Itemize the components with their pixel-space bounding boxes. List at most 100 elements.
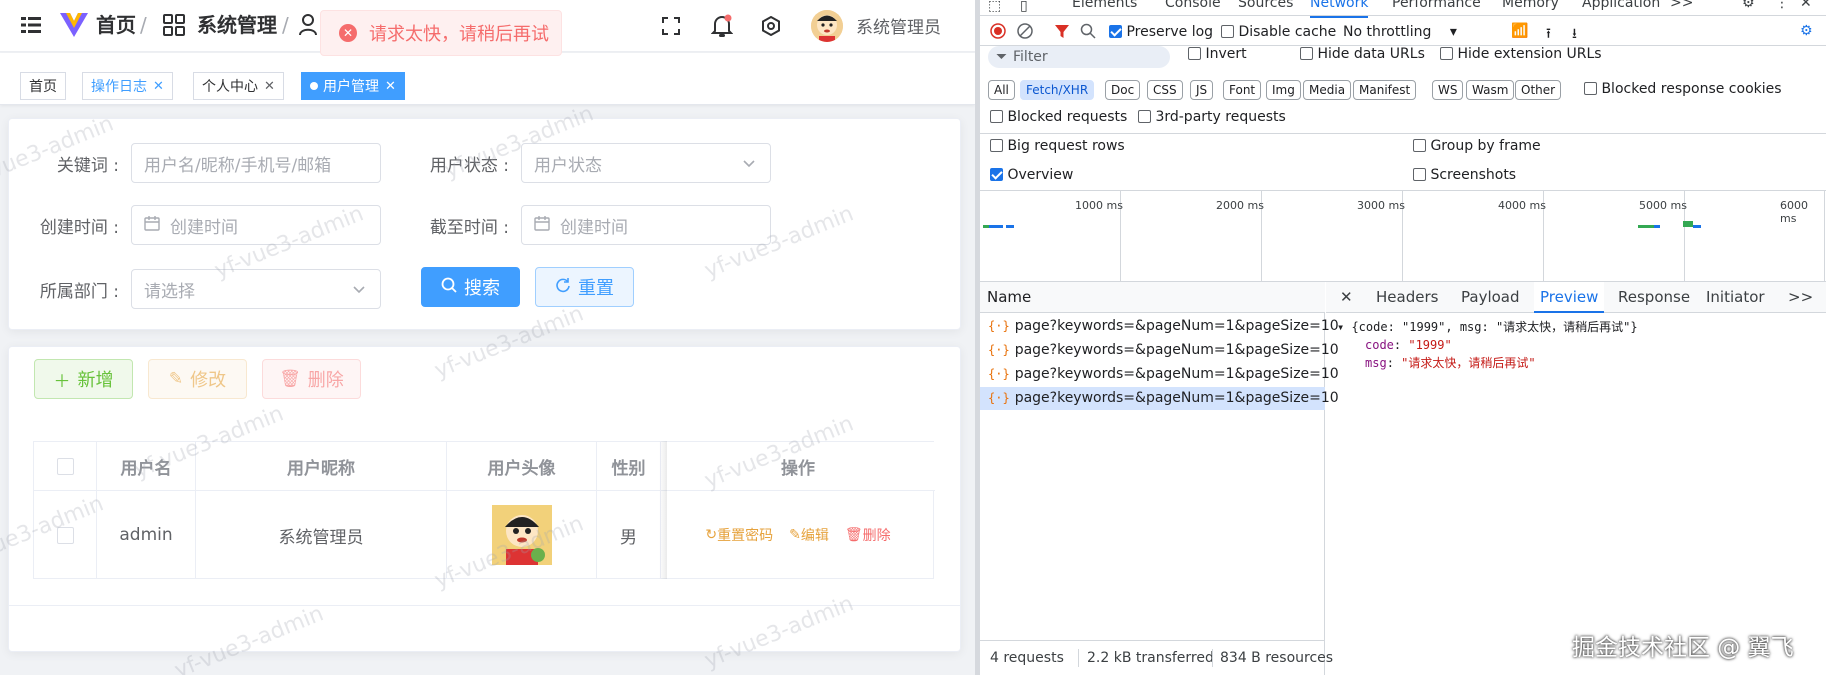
type-filter-other[interactable]: Other bbox=[1515, 80, 1562, 100]
tab-memory[interactable]: Memory bbox=[1502, 0, 1559, 11]
menu-icon[interactable] bbox=[20, 14, 42, 36]
type-filter-media[interactable]: Media bbox=[1303, 80, 1352, 100]
third-party-toggle[interactable]: 3rd-party requests bbox=[1138, 109, 1286, 125]
network-settings-icon[interactable]: ⚙ bbox=[1800, 23, 1813, 39]
type-filter-font[interactable]: Font bbox=[1223, 80, 1262, 100]
user-name[interactable]: 系统管理员 bbox=[856, 13, 941, 38]
name-column-header[interactable]: Name bbox=[980, 282, 1325, 313]
big-rows-toggle[interactable]: Big request rows bbox=[990, 138, 1125, 154]
created-date-picker[interactable]: 创建时间 bbox=[131, 205, 381, 245]
keyword-input[interactable]: 用户名/昵称/手机号/邮箱 bbox=[131, 143, 381, 183]
disable-cache-toggle[interactable]: Disable cache bbox=[1221, 24, 1336, 40]
device-icon[interactable]: ▯ bbox=[1020, 0, 1028, 14]
tab-network[interactable]: Network bbox=[1310, 0, 1369, 18]
invert-toggle[interactable]: Invert bbox=[1188, 46, 1247, 62]
tab-initiator[interactable]: Initiator bbox=[1706, 282, 1765, 313]
tab-headers[interactable]: Headers bbox=[1376, 282, 1438, 313]
request-row[interactable]: {·} page?keywords=&pageNum=1&pageSize=10 bbox=[980, 339, 1339, 362]
close-devtools-icon[interactable]: ✕ bbox=[1800, 0, 1812, 11]
close-icon[interactable]: ✕ bbox=[153, 79, 164, 94]
breadcrumb-system[interactable]: 系统管理 bbox=[197, 12, 277, 38]
preserve-log-toggle[interactable]: Preserve log bbox=[1109, 24, 1213, 40]
tab-payload[interactable]: Payload bbox=[1461, 282, 1520, 313]
search-icon[interactable] bbox=[1080, 23, 1096, 43]
type-filter-fetch-xhr[interactable]: Fetch/XHR bbox=[1020, 80, 1095, 100]
overview-toggle[interactable]: Overview bbox=[990, 167, 1073, 183]
column-header[interactable]: 性别 bbox=[597, 442, 661, 491]
fullscreen-icon[interactable] bbox=[660, 15, 682, 37]
dept-select[interactable]: 请选择 bbox=[131, 269, 381, 309]
tag-user-management[interactable]: 用户管理 ✕ bbox=[301, 72, 405, 100]
tab-preview[interactable]: Preview bbox=[1534, 282, 1605, 313]
add-button[interactable]: ＋ 新增 bbox=[34, 359, 133, 399]
clear-icon[interactable] bbox=[1017, 23, 1033, 43]
delete-link[interactable]: 🗑 删除 bbox=[845, 525, 891, 545]
screenshots-toggle[interactable]: Screenshots bbox=[1413, 167, 1516, 183]
edit-button[interactable]: ✎ 修改 bbox=[148, 359, 247, 399]
select-all-checkbox[interactable] bbox=[56, 457, 74, 475]
tag-operation-log[interactable]: 操作日志 ✕ bbox=[82, 72, 173, 100]
tab-performance[interactable]: Performance bbox=[1392, 0, 1481, 11]
delete-button[interactable]: 🗑 删除 bbox=[262, 359, 361, 399]
column-header[interactable]: 用户昵称 bbox=[196, 442, 447, 491]
request-row-selected[interactable]: {·} page?keywords=&pageNum=1&pageSize=10 bbox=[980, 387, 1339, 410]
edit-link[interactable]: ✎ 编辑 bbox=[789, 525, 829, 545]
breadcrumb-home[interactable]: 首页 bbox=[96, 12, 136, 38]
kebab-menu-icon[interactable]: ⋮ bbox=[1775, 0, 1789, 11]
tab-elements[interactable]: Elements bbox=[1072, 0, 1137, 11]
user-avatar[interactable] bbox=[811, 10, 843, 42]
type-filter-doc[interactable]: Doc bbox=[1105, 80, 1141, 100]
blocked-cookies-toggle[interactable]: Blocked response cookies bbox=[1584, 81, 1782, 97]
filter-icon[interactable] bbox=[1054, 23, 1070, 43]
more-tabs-icon[interactable]: >> bbox=[1670, 0, 1693, 11]
reset-password-link[interactable]: ↻ 重置密码 bbox=[705, 525, 773, 545]
request-row[interactable]: {·} page?keywords=&pageNum=1&pageSize=10 bbox=[980, 363, 1339, 386]
tab-application[interactable]: Application bbox=[1582, 0, 1660, 11]
request-name: page?keywords=&pageNum=1&pageSize=10 bbox=[1014, 342, 1339, 358]
request-row[interactable]: {·} page?keywords=&pageNum=1&pageSize=10 bbox=[980, 315, 1339, 338]
column-header[interactable]: 用户名 bbox=[97, 442, 196, 491]
more-tabs-icon[interactable]: >> bbox=[1788, 282, 1813, 313]
hide-data-urls-toggle[interactable]: Hide data URLs bbox=[1300, 46, 1425, 62]
tag-home[interactable]: 首页 bbox=[20, 72, 66, 100]
search-button[interactable]: 搜索 bbox=[421, 267, 520, 307]
record-icon[interactable] bbox=[990, 23, 1006, 43]
close-detail-icon[interactable]: ✕ bbox=[1340, 282, 1353, 313]
tab-response[interactable]: Response bbox=[1618, 282, 1690, 313]
tab-sources[interactable]: Sources bbox=[1238, 0, 1293, 11]
bell-icon[interactable] bbox=[710, 13, 734, 39]
disable-cache-label: Disable cache bbox=[1238, 24, 1337, 40]
throttling-select[interactable]: No throttling ▾ bbox=[1343, 24, 1457, 40]
network-conditions-icon[interactable]: 📶 bbox=[1511, 23, 1528, 39]
tag-profile[interactable]: 个人中心 ✕ bbox=[193, 72, 284, 100]
group-frame-toggle[interactable]: Group by frame bbox=[1413, 138, 1541, 154]
type-filter-all[interactable]: All bbox=[988, 80, 1015, 100]
type-filter-manifest[interactable]: Manifest bbox=[1353, 80, 1417, 100]
reset-button[interactable]: 重置 bbox=[535, 267, 634, 307]
blocked-requests-toggle[interactable]: Blocked requests bbox=[990, 109, 1127, 125]
inspect-icon[interactable]: ⬚ bbox=[988, 0, 1001, 14]
type-filter-css[interactable]: CSS bbox=[1147, 80, 1183, 100]
filter-input[interactable]: ⏷ Filter bbox=[988, 46, 1170, 68]
big-rows-label: Big request rows bbox=[1007, 138, 1125, 154]
status-select[interactable]: 用户状态 bbox=[521, 143, 771, 183]
type-filter-img[interactable]: Img bbox=[1266, 80, 1301, 100]
theme-icon[interactable] bbox=[760, 15, 782, 37]
deadline-date-picker[interactable]: 创建时间 bbox=[521, 205, 771, 245]
preview-summary-row[interactable]: ▾ {code: "1999", msg: "请求太快，请稍后再试"} bbox=[1337, 318, 1638, 336]
type-filter-wasm[interactable]: Wasm bbox=[1466, 80, 1515, 100]
type-filter-js[interactable]: JS bbox=[1190, 80, 1214, 100]
close-icon[interactable]: ✕ bbox=[264, 79, 275, 94]
column-header[interactable]: 用户头像 bbox=[447, 442, 597, 491]
settings-icon[interactable]: ⚙ bbox=[1742, 0, 1755, 11]
upload-icon[interactable]: ⭱ bbox=[1546, 23, 1551, 47]
close-icon[interactable]: ✕ bbox=[385, 79, 396, 94]
download-icon[interactable]: ⭳ bbox=[1572, 23, 1577, 47]
network-overview[interactable]: 1000 ms 2000 ms 3000 ms 4000 ms 5000 ms … bbox=[980, 190, 1826, 283]
user-avatar-image[interactable] bbox=[491, 505, 552, 565]
type-filter-ws[interactable]: WS bbox=[1432, 80, 1464, 100]
tab-console[interactable]: Console bbox=[1165, 0, 1221, 11]
row-checkbox[interactable] bbox=[56, 526, 74, 544]
fixed-column-shadow bbox=[659, 441, 667, 579]
hide-ext-urls-toggle[interactable]: Hide extension URLs bbox=[1440, 46, 1602, 62]
